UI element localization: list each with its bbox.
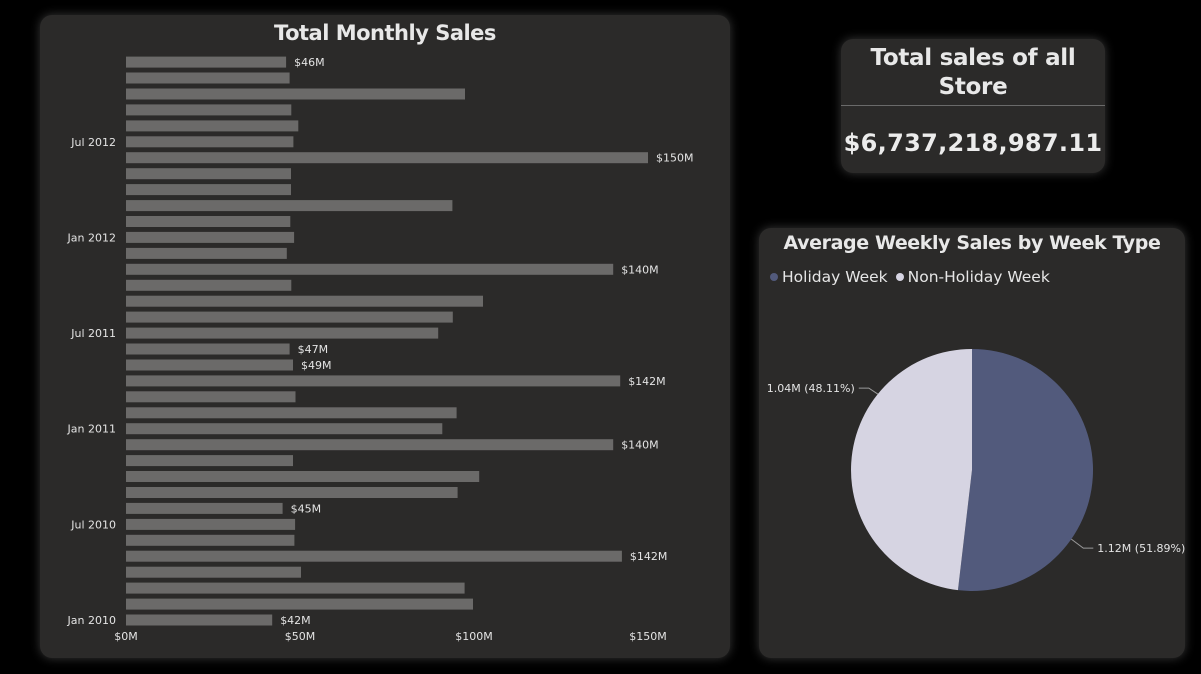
y-tick-label: Jul 2012 bbox=[70, 136, 116, 149]
pie-slice-holiday-week bbox=[957, 349, 1094, 591]
bar-jan-2012 bbox=[126, 231, 295, 243]
y-tick-label: Jan 2010 bbox=[67, 614, 116, 627]
bar-dec-2012 bbox=[126, 56, 287, 68]
bar-nov-2012 bbox=[126, 72, 290, 84]
total-sales-card: Total sales of all Store $6,737,218,987.… bbox=[841, 39, 1105, 173]
bar-jan-2010 bbox=[126, 614, 273, 626]
bar-data-label: $150M bbox=[656, 152, 694, 165]
bar-oct-2012 bbox=[126, 88, 465, 100]
bar-data-label: $47M bbox=[298, 343, 329, 356]
y-tick-label: Jan 2012 bbox=[67, 231, 116, 244]
bar-feb-2011 bbox=[126, 407, 457, 419]
bar-data-label: $46M bbox=[294, 56, 325, 69]
y-tick-label: Jul 2010 bbox=[70, 518, 116, 531]
bar-data-label: $140M bbox=[621, 439, 659, 452]
kpi-title: Total sales of all Store bbox=[870, 45, 1076, 100]
weekly-sales-pie-card: Average Weekly Sales by Week Type Holida… bbox=[759, 228, 1185, 658]
y-tick-label: Jan 2011 bbox=[67, 423, 116, 436]
bar-apr-2010 bbox=[126, 566, 301, 578]
bar-jun-2011 bbox=[126, 343, 290, 355]
bar-dec-2011 bbox=[126, 247, 287, 259]
kpi-value: $6,737,218,987.11 bbox=[843, 129, 1103, 157]
x-tick-label: $150M bbox=[629, 630, 667, 643]
x-tick-label: $50M bbox=[285, 630, 316, 643]
bar-dec-2010 bbox=[126, 439, 614, 451]
bar-data-label: $45M bbox=[291, 502, 322, 515]
bar-jul-2010 bbox=[126, 518, 296, 530]
bar-may-2011 bbox=[126, 359, 293, 371]
bar-data-label: $49M bbox=[301, 359, 332, 372]
bar-may-2010 bbox=[126, 550, 622, 562]
bar-data-label: $142M bbox=[628, 375, 666, 388]
monthly-sales-bar-chart[interactable]: $42M $142M $45M $140M $142M $49M $47M $140M $150… bbox=[40, 15, 730, 658]
bar-nov-2010 bbox=[126, 455, 293, 467]
bar-sep-2012 bbox=[126, 104, 292, 116]
bar-mar-2012 bbox=[126, 200, 453, 212]
week-type-pie-chart[interactable]: 1.12M (51.89%) 1.04M (48.11%) bbox=[759, 228, 1185, 658]
bar-mar-2010 bbox=[126, 582, 465, 594]
bar-feb-2012 bbox=[126, 216, 291, 227]
bar-oct-2011 bbox=[126, 279, 292, 291]
leader-line-holiday bbox=[1070, 538, 1094, 549]
bar-may-2012 bbox=[126, 168, 291, 180]
bar-aug-2010 bbox=[126, 502, 283, 514]
kpi-divider bbox=[841, 105, 1105, 106]
bar-data-label: $140M bbox=[621, 263, 659, 276]
bar-nov-2011 bbox=[126, 263, 614, 275]
bar-aug-2011 bbox=[126, 311, 453, 323]
bar-jul-2012 bbox=[126, 136, 294, 148]
bar-sep-2010 bbox=[126, 487, 458, 498]
bar-apr-2011 bbox=[126, 375, 621, 387]
bar-jun-2012 bbox=[126, 152, 648, 164]
bar-oct-2010 bbox=[126, 471, 480, 482]
bar-data-label: $142M bbox=[630, 550, 668, 563]
bar-feb-2010 bbox=[126, 598, 473, 610]
x-tick-label: $100M bbox=[455, 630, 493, 643]
bar-jul-2011 bbox=[126, 327, 439, 339]
pie-label-non-holiday: 1.04M (48.11%) bbox=[767, 382, 855, 395]
bar-sep-2011 bbox=[126, 295, 483, 307]
leader-line-non-holiday bbox=[858, 387, 879, 395]
y-tick-label: Jul 2011 bbox=[70, 327, 116, 340]
bar-aug-2012 bbox=[126, 120, 299, 132]
bar-apr-2012 bbox=[126, 184, 291, 196]
pie-slice-non-holiday-week bbox=[851, 349, 972, 591]
bar-mar-2011 bbox=[126, 391, 296, 403]
monthly-sales-card: Total Monthly Sales $42M $142M $45M $140M $1… bbox=[40, 15, 730, 658]
bar-jan-2011 bbox=[126, 423, 443, 435]
bar-data-label: $42M bbox=[280, 614, 311, 627]
x-tick-label: $0M bbox=[114, 630, 138, 643]
pie-label-holiday: 1.12M (51.89%) bbox=[1097, 542, 1185, 555]
bar-jun-2010 bbox=[126, 534, 295, 546]
